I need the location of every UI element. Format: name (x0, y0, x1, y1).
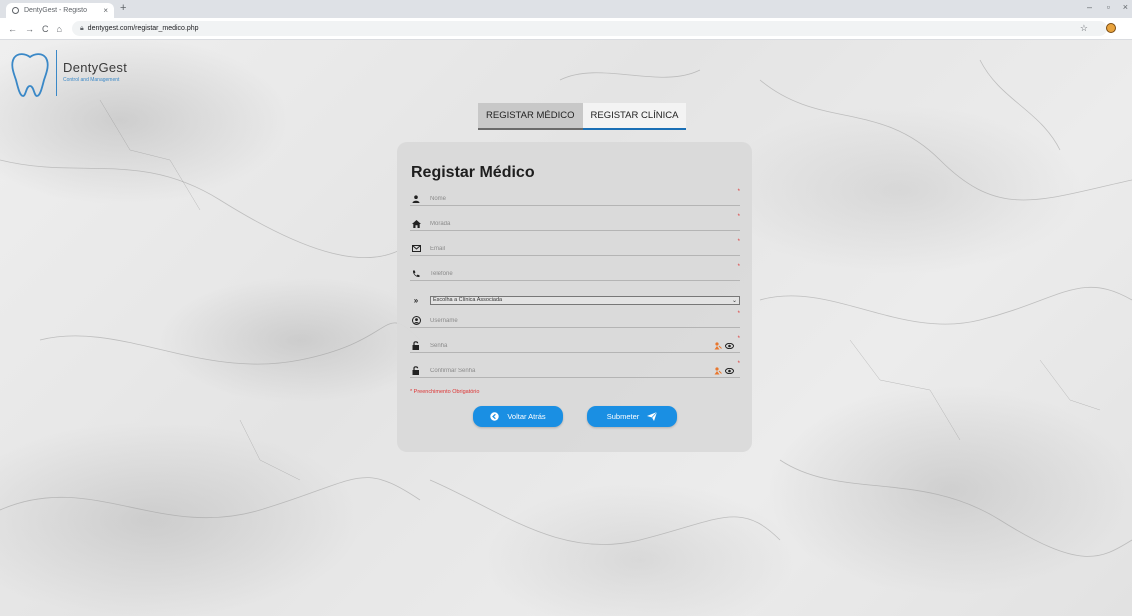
senha-helpers (714, 341, 734, 350)
logo-tagline: Control and Management (63, 77, 120, 83)
clinica-selected-value: Escolha a Clínica Associada (433, 297, 503, 303)
restore-button[interactable]: ▫ (1107, 2, 1110, 12)
confirmar-senha-field: * (410, 361, 740, 378)
register-form-card: Registar Médico * * * (397, 142, 752, 452)
user-icon (410, 194, 422, 204)
username-input[interactable] (430, 314, 740, 327)
submit-button[interactable]: Submeter (587, 406, 677, 427)
back-button[interactable]: Voltar Atrás (473, 406, 563, 427)
morada-field: * (410, 214, 740, 231)
email-input[interactable] (430, 242, 740, 255)
password-strength-icon (714, 366, 722, 374)
nome-input[interactable] (430, 192, 740, 205)
bookmark-star-icon[interactable]: ☆ (1080, 23, 1088, 34)
paper-plane-icon (647, 412, 658, 421)
address-bar: ← → C ⌂ 🔒︎ dentygest.com/registar_medico… (0, 18, 1132, 40)
phone-icon (410, 269, 422, 279)
required-mark: * (737, 239, 740, 245)
url-text: dentygest.com/registar_medico.php (87, 25, 199, 32)
form-title: Registar Médico (411, 164, 535, 181)
clinica-select[interactable]: Escolha a Clínica Associada ⌄ (430, 295, 740, 305)
arrow-left-circle-icon (490, 412, 500, 421)
lock-icon: 🔒︎ (79, 24, 84, 32)
chevron-down-icon: ⌄ (731, 297, 737, 304)
registration-tabs: REGISTAR MÉDICO REGISTAR CLÍNICA (478, 103, 687, 130)
eye-icon[interactable] (725, 342, 734, 349)
double-chevron-icon: » (413, 295, 419, 305)
home-icon[interactable]: ⌂ (57, 24, 62, 34)
user-circle-icon (410, 316, 422, 326)
logo-divider (56, 50, 57, 96)
browser-tab-title: DentyGest - Registo (24, 7, 88, 14)
tooth-icon (11, 53, 49, 97)
tab-registar-clinica[interactable]: REGISTAR CLÍNICA (582, 103, 687, 130)
morada-input[interactable] (430, 217, 740, 230)
nome-field: * (410, 189, 740, 206)
confirmar-senha-input[interactable] (430, 364, 714, 377)
eye-icon[interactable] (725, 367, 734, 374)
senha-field: * (410, 336, 740, 353)
dentygest-logo: DentyGest Control and Management (8, 50, 127, 98)
required-mark: * (737, 361, 740, 367)
envelope-icon (410, 244, 422, 254)
unlock-icon (410, 341, 422, 351)
browser-tab[interactable]: DentyGest - Registo × (6, 3, 114, 18)
password-strength-icon (714, 341, 722, 349)
clinica-field: » Escolha a Clínica Associada ⌄ (410, 293, 740, 307)
forward-arrow-icon[interactable]: → (25, 24, 34, 34)
globe-icon (12, 7, 19, 14)
mandatory-note: * Preenchimento Obrigatório (410, 389, 480, 395)
unlock-icon (410, 366, 422, 376)
confirmar-senha-helpers (714, 366, 734, 375)
url-field[interactable]: 🔒︎ dentygest.com/registar_medico.php (71, 21, 1107, 36)
close-tab-icon[interactable]: × (103, 6, 108, 15)
required-mark: * (737, 336, 740, 342)
tab-registar-medico[interactable]: REGISTAR MÉDICO (478, 103, 583, 130)
reload-icon[interactable]: C (42, 24, 49, 34)
username-field: * (410, 311, 740, 328)
telefone-field: * (410, 264, 740, 281)
minimize-button[interactable]: – (1087, 2, 1092, 12)
required-mark: * (737, 311, 740, 317)
logo-text: DentyGest Control and Management (63, 50, 127, 83)
back-button-label: Voltar Atrás (507, 412, 546, 421)
email-field: * (410, 239, 740, 256)
logo-name: DentyGest (63, 60, 128, 75)
page-background: DentyGest Control and Management REGISTA… (0, 40, 1132, 616)
close-window-button[interactable]: × (1123, 2, 1128, 12)
senha-input[interactable] (430, 339, 714, 352)
required-mark: * (737, 264, 740, 270)
back-arrow-icon[interactable]: ← (8, 24, 17, 34)
new-tab-button[interactable]: + (120, 2, 126, 14)
submit-button-label: Submeter (606, 412, 640, 421)
required-mark: * (737, 214, 740, 220)
home-icon (410, 219, 422, 229)
profile-avatar[interactable] (1106, 23, 1116, 33)
required-mark: * (737, 189, 740, 195)
telefone-input[interactable] (430, 267, 740, 280)
browser-tab-bar: DentyGest - Registo × + – ▫ × (0, 0, 1132, 18)
